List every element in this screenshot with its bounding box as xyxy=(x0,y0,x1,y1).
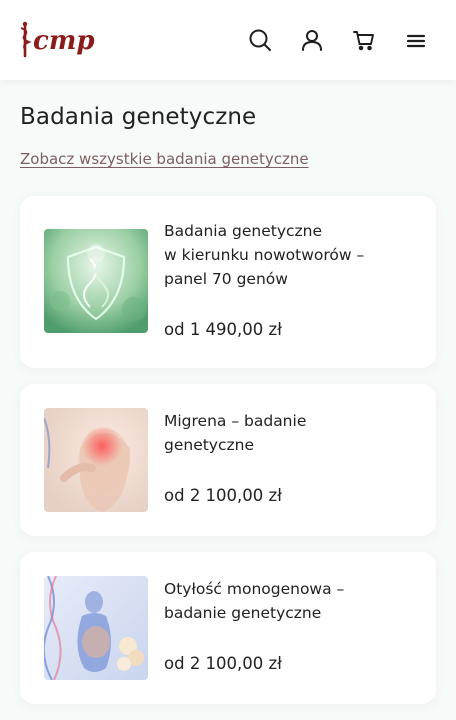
product-title: Badania genetyczne w kierunku nowotworów… xyxy=(164,219,420,291)
product-title-line: panel 70 genów xyxy=(164,270,288,288)
product-title-line: badanie genetyczne xyxy=(164,604,322,622)
product-price: od 2 100,00 zł xyxy=(164,654,282,673)
user-icon[interactable] xyxy=(300,28,324,52)
product-title-line: w kierunku nowotworów – xyxy=(164,246,365,264)
product-price: od 1 490,00 zł xyxy=(164,320,282,339)
page-title: Badania genetyczne xyxy=(20,104,257,130)
product-card[interactable]: Otyłość monogenowa – badanie genetyczne … xyxy=(20,552,436,704)
product-card[interactable]: Migrena – badanie genetyczne od 2 100,00… xyxy=(20,384,436,536)
product-price: od 2 100,00 zł xyxy=(164,486,282,505)
product-title-line: genetyczne xyxy=(164,436,255,454)
cmp-logo[interactable]: cmp xyxy=(18,20,98,60)
product-title-line: Migrena – badanie xyxy=(164,412,307,430)
logo-text: cmp xyxy=(33,26,95,56)
product-title-line: Otyłość monogenowa – xyxy=(164,580,345,598)
product-title: Otyłość monogenowa – badanie genetyczne xyxy=(164,577,420,625)
product-image xyxy=(44,408,148,512)
search-icon[interactable] xyxy=(248,28,272,52)
product-title-line: Badania genetyczne xyxy=(164,222,323,240)
product-image xyxy=(44,229,148,333)
cart-icon[interactable] xyxy=(352,28,376,52)
product-image xyxy=(44,576,148,680)
menu-icon[interactable] xyxy=(404,28,428,52)
product-title: Migrena – badanie genetyczne xyxy=(164,409,420,457)
site-header: cmp xyxy=(0,0,456,80)
product-card[interactable]: Badania genetyczne w kierunku nowotworów… xyxy=(20,196,436,368)
see-all-genetic-tests-link[interactable]: Zobacz wszystkie badania genetyczne xyxy=(20,150,309,168)
